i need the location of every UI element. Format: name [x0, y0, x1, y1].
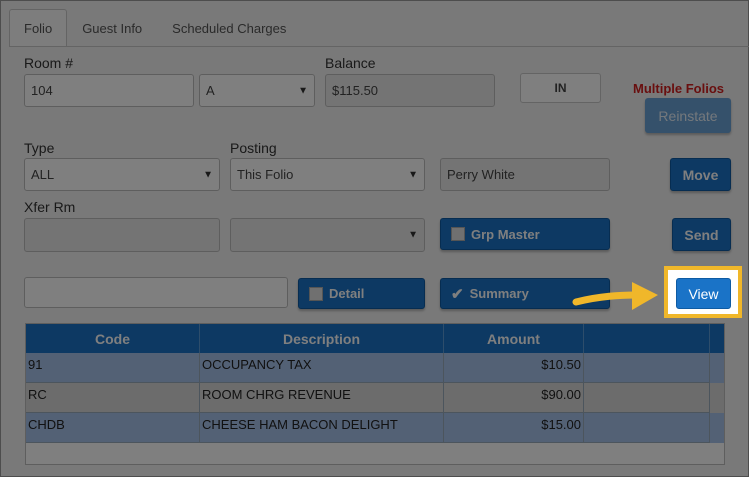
tab-bar: Folio Guest Info Scheduled Charges	[9, 9, 301, 47]
posting-label: Posting	[230, 140, 277, 156]
grp-master-label: Grp Master	[471, 226, 540, 242]
room-suffix-value: A	[206, 83, 215, 98]
view-button[interactable]: View	[676, 278, 731, 309]
table-header: Code Description Amount	[26, 324, 724, 353]
tab-folio[interactable]: Folio	[9, 9, 68, 47]
guest-name-field: Perry White	[440, 158, 610, 191]
detail-button[interactable]: Detail	[298, 278, 425, 309]
pointer-arrow-icon	[572, 282, 658, 310]
header-description[interactable]: Description	[200, 324, 444, 353]
view-highlight-box: View	[664, 266, 742, 318]
xfer-posting-select[interactable]: ▼	[230, 218, 425, 252]
posting-select[interactable]: This Folio ▼	[230, 158, 425, 191]
cell-code: CHDB	[26, 413, 200, 443]
checkmark-icon: ✔	[451, 285, 464, 303]
room-label: Room #	[24, 55, 74, 71]
header-empty	[584, 324, 710, 353]
checkbox-icon	[451, 227, 465, 241]
header-code[interactable]: Code	[26, 324, 200, 353]
tab-divider	[9, 46, 749, 47]
room-suffix-select[interactable]: A ▼	[199, 74, 315, 107]
status-in-button[interactable]: IN	[520, 73, 601, 103]
cell-description: CHEESE HAM BACON DELIGHT	[200, 413, 444, 443]
type-label: Type	[24, 140, 55, 156]
xfer-room-input[interactable]	[24, 218, 220, 252]
multiple-folios-label: Multiple Folios	[633, 81, 724, 96]
balance-value: $115.50	[332, 83, 379, 98]
reinstate-button[interactable]: Reinstate	[645, 98, 731, 133]
send-button[interactable]: Send	[672, 218, 731, 251]
room-number-input[interactable]: 104	[24, 74, 194, 107]
xfer-room-label: Xfer Rm	[24, 199, 76, 215]
checkbox-icon	[309, 286, 323, 301]
cell-description: ROOM CHRG REVENUE	[200, 383, 444, 413]
room-number-value: 104	[31, 83, 53, 98]
balance-field: $115.50	[325, 74, 495, 107]
cell-amount: $15.00	[444, 413, 584, 443]
posting-value: This Folio	[237, 167, 294, 182]
guest-name-value: Perry White	[447, 167, 515, 182]
cell-empty	[584, 413, 710, 443]
chevron-down-icon: ▼	[408, 169, 418, 180]
cell-code: 91	[26, 353, 200, 383]
chevron-down-icon: ▼	[203, 169, 213, 180]
cell-amount: $10.50	[444, 353, 584, 383]
type-value: ALL	[31, 167, 55, 182]
cell-amount: $90.00	[444, 383, 584, 413]
cell-empty	[584, 353, 710, 383]
type-select[interactable]: ALL ▼	[24, 158, 220, 191]
folio-panel: Folio Guest Info Scheduled Charges Room …	[0, 0, 749, 477]
chevron-down-icon: ▼	[408, 229, 418, 241]
table-row[interactable]: RC ROOM CHRG REVENUE $90.00	[26, 383, 724, 413]
table-row[interactable]: CHDB CHEESE HAM BACON DELIGHT $15.00	[26, 413, 724, 443]
chevron-down-icon: ▼	[298, 85, 308, 96]
cell-description: OCCUPANCY TAX	[200, 353, 444, 383]
cell-empty	[584, 383, 710, 413]
header-amount[interactable]: Amount	[444, 324, 584, 353]
search-input[interactable]	[24, 277, 288, 308]
charges-table: Code Description Amount 91 OCCUPANCY TAX…	[25, 323, 725, 465]
tab-guest-info[interactable]: Guest Info	[67, 9, 157, 47]
summary-label: Summary	[469, 286, 529, 301]
move-button[interactable]: Move	[670, 158, 731, 191]
cell-code: RC	[26, 383, 200, 413]
grp-master-button[interactable]: Grp Master	[440, 218, 610, 250]
tab-scheduled-charges[interactable]: Scheduled Charges	[157, 9, 301, 47]
table-row[interactable]: 91 OCCUPANCY TAX $10.50	[26, 353, 724, 383]
balance-label: Balance	[325, 55, 376, 71]
detail-label: Detail	[329, 286, 365, 301]
